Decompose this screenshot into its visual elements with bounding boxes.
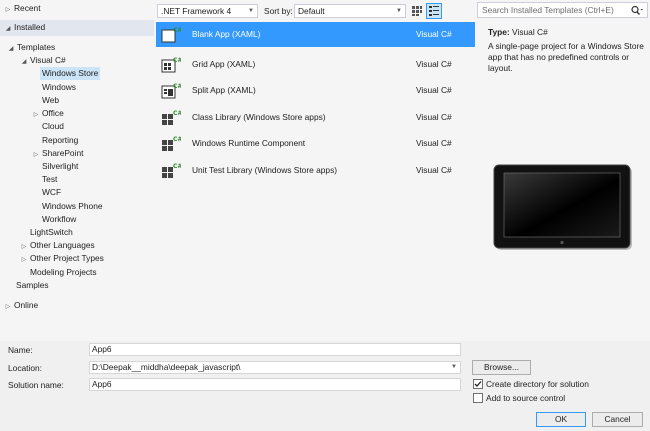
dropdown-arrow-icon: ▼ [451, 364, 457, 370]
tree-item-samples[interactable]: Samples [14, 279, 51, 292]
create-directory-checkbox[interactable] [473, 379, 483, 389]
framework-select[interactable]: .NET Framework 4 ▼ [157, 4, 258, 18]
list-view-icon [429, 6, 439, 16]
ok-button[interactable]: OK [536, 412, 586, 427]
checkmark-icon [474, 381, 482, 387]
template-row-split-app[interactable]: C# Split App (XAML) Visual C# [156, 78, 475, 103]
tree-item-windows-store[interactable]: Windows Store [40, 67, 101, 80]
svg-text:C#: C# [173, 27, 181, 34]
tree-item-web[interactable]: Web [40, 94, 61, 107]
tree-item-templates[interactable]: ◢ Templates [7, 41, 57, 54]
tree-item-installed[interactable]: ◢ Installed [4, 21, 47, 34]
svg-text:C#: C# [173, 83, 181, 90]
unit-test-library-icon: C# [162, 163, 181, 178]
svg-text:C#: C# [173, 163, 181, 170]
solution-name-label: Solution name: [8, 380, 64, 390]
sort-by-label: Sort by: [264, 6, 293, 16]
template-description: A single-page project for a Windows Stor… [488, 41, 644, 73]
tree-item-wcf[interactable]: WCF [40, 186, 63, 199]
expand-arrow-icon[interactable]: ▷ [4, 301, 12, 314]
svg-text:C#: C# [173, 136, 181, 143]
collapse-arrow-icon[interactable]: ◢ [20, 56, 28, 69]
tree-item-recent[interactable]: ▷ Recent [4, 2, 43, 15]
runtime-component-icon: C# [162, 136, 181, 151]
tree-item-test[interactable]: Test [40, 173, 59, 186]
search-icon[interactable] [630, 5, 644, 16]
dropdown-arrow-icon: ▼ [396, 8, 402, 14]
blank-app-icon: C# [161, 27, 181, 43]
add-source-control-checkbox[interactable] [473, 393, 483, 403]
small-icons-view-button[interactable] [410, 4, 424, 18]
tree-item-windows-phone[interactable]: Windows Phone [40, 200, 105, 213]
name-label: Name: [8, 345, 33, 355]
template-row-unit-test-library[interactable]: C# Unit Test Library (Windows Store apps… [156, 158, 475, 183]
dropdown-arrow-icon: ▼ [248, 8, 254, 14]
tree-item-lightswitch[interactable]: LightSwitch [28, 226, 75, 239]
svg-text:C#: C# [173, 57, 181, 64]
tree-item-workflow[interactable]: Workflow [40, 213, 78, 226]
location-label: Location: [8, 363, 42, 373]
expand-arrow-icon[interactable]: ▷ [20, 254, 28, 267]
tree-item-other-project-types[interactable]: ▷ Other Project Types [20, 252, 106, 265]
expand-arrow-icon[interactable]: ▷ [4, 4, 12, 17]
grid-view-icon [412, 6, 422, 16]
template-row-class-library[interactable]: C# Class Library (Windows Store apps) Vi… [156, 105, 475, 130]
tree-item-visual-csharp[interactable]: ◢ Visual C# [20, 54, 68, 67]
tree-item-office[interactable]: ▷ Office [32, 107, 66, 120]
grid-app-icon: C# [161, 57, 181, 73]
tree-item-modeling-projects[interactable]: Modeling Projects [28, 266, 99, 279]
class-library-icon: C# [162, 110, 181, 125]
sort-select[interactable]: Default ▼ [294, 4, 406, 18]
type-line: Type: Visual C# [488, 27, 548, 37]
template-row-grid-app[interactable]: C# Grid App (XAML) Visual C# [156, 52, 475, 77]
tree-item-reporting[interactable]: Reporting [40, 134, 80, 147]
search-input[interactable]: Search Installed Templates (Ctrl+E) [477, 2, 648, 18]
tree-item-windows[interactable]: Windows [40, 81, 78, 94]
tree-item-sharepoint[interactable]: ▷ SharePoint [32, 147, 85, 160]
expand-arrow-icon[interactable]: ▷ [32, 149, 40, 162]
add-source-control-label: Add to source control [486, 393, 566, 403]
tree-item-other-languages[interactable]: ▷ Other Languages [20, 239, 97, 252]
solution-name-input[interactable]: App6 [89, 378, 461, 391]
expand-arrow-icon[interactable]: ▷ [32, 109, 40, 122]
template-row-blank-app[interactable]: C# Blank App (XAML) Visual C# [156, 22, 475, 47]
tree-item-online[interactable]: ▷ Online [4, 299, 40, 312]
tablet-preview-image [493, 164, 632, 250]
location-combo[interactable]: D:\Deepak__middha\deepak_javascript\ ▼ [89, 361, 461, 374]
tree-item-silverlight[interactable]: Silverlight [40, 160, 80, 173]
split-app-icon: C# [161, 83, 181, 99]
name-input[interactable]: App6 [89, 343, 461, 356]
browse-button[interactable]: Browse... [472, 360, 531, 375]
cancel-button[interactable]: Cancel [592, 412, 643, 427]
create-directory-label: Create directory for solution [486, 379, 589, 389]
tree-item-cloud[interactable]: Cloud [40, 120, 66, 133]
list-view-button[interactable] [426, 3, 442, 19]
template-row-windows-runtime-component[interactable]: C# Windows Runtime Component Visual C# [156, 131, 475, 156]
collapse-arrow-icon[interactable]: ◢ [7, 43, 15, 56]
collapse-arrow-icon[interactable]: ◢ [4, 23, 12, 36]
svg-text:C#: C# [173, 110, 181, 117]
template-tree: ▷ Recent ◢ Installed ◢ Templates ◢ Visual C#… [0, 0, 154, 341]
